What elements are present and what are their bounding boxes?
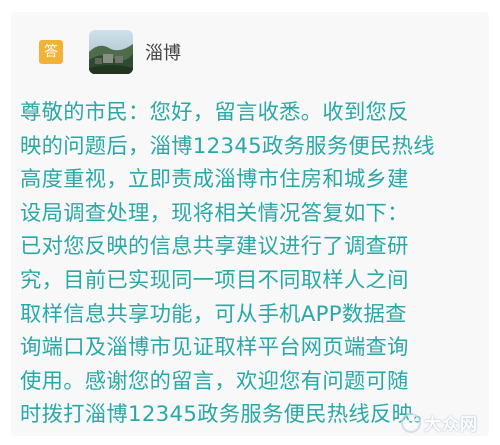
answer-badge: 答 [39, 40, 63, 64]
watermark: 大众网 [400, 410, 478, 435]
watermark-text: 大众网 [424, 415, 478, 435]
reply-card: 答 淄博 尊敬的市民：您好，留言收悉。收到您反 映的问题后，淄博12345政务服… [11, 12, 489, 436]
account-name[interactable]: 淄博 [145, 39, 181, 65]
avatar-image [89, 30, 133, 74]
reply-text: 尊敬的市民：您好，留言收悉。收到您反 映的问题后，淄博12345政务服务便民热线… [20, 100, 435, 428]
reply-header: 答 淄博 [35, 29, 181, 75]
account-avatar[interactable] [89, 30, 133, 74]
dazhong-logo-icon [401, 412, 421, 433]
